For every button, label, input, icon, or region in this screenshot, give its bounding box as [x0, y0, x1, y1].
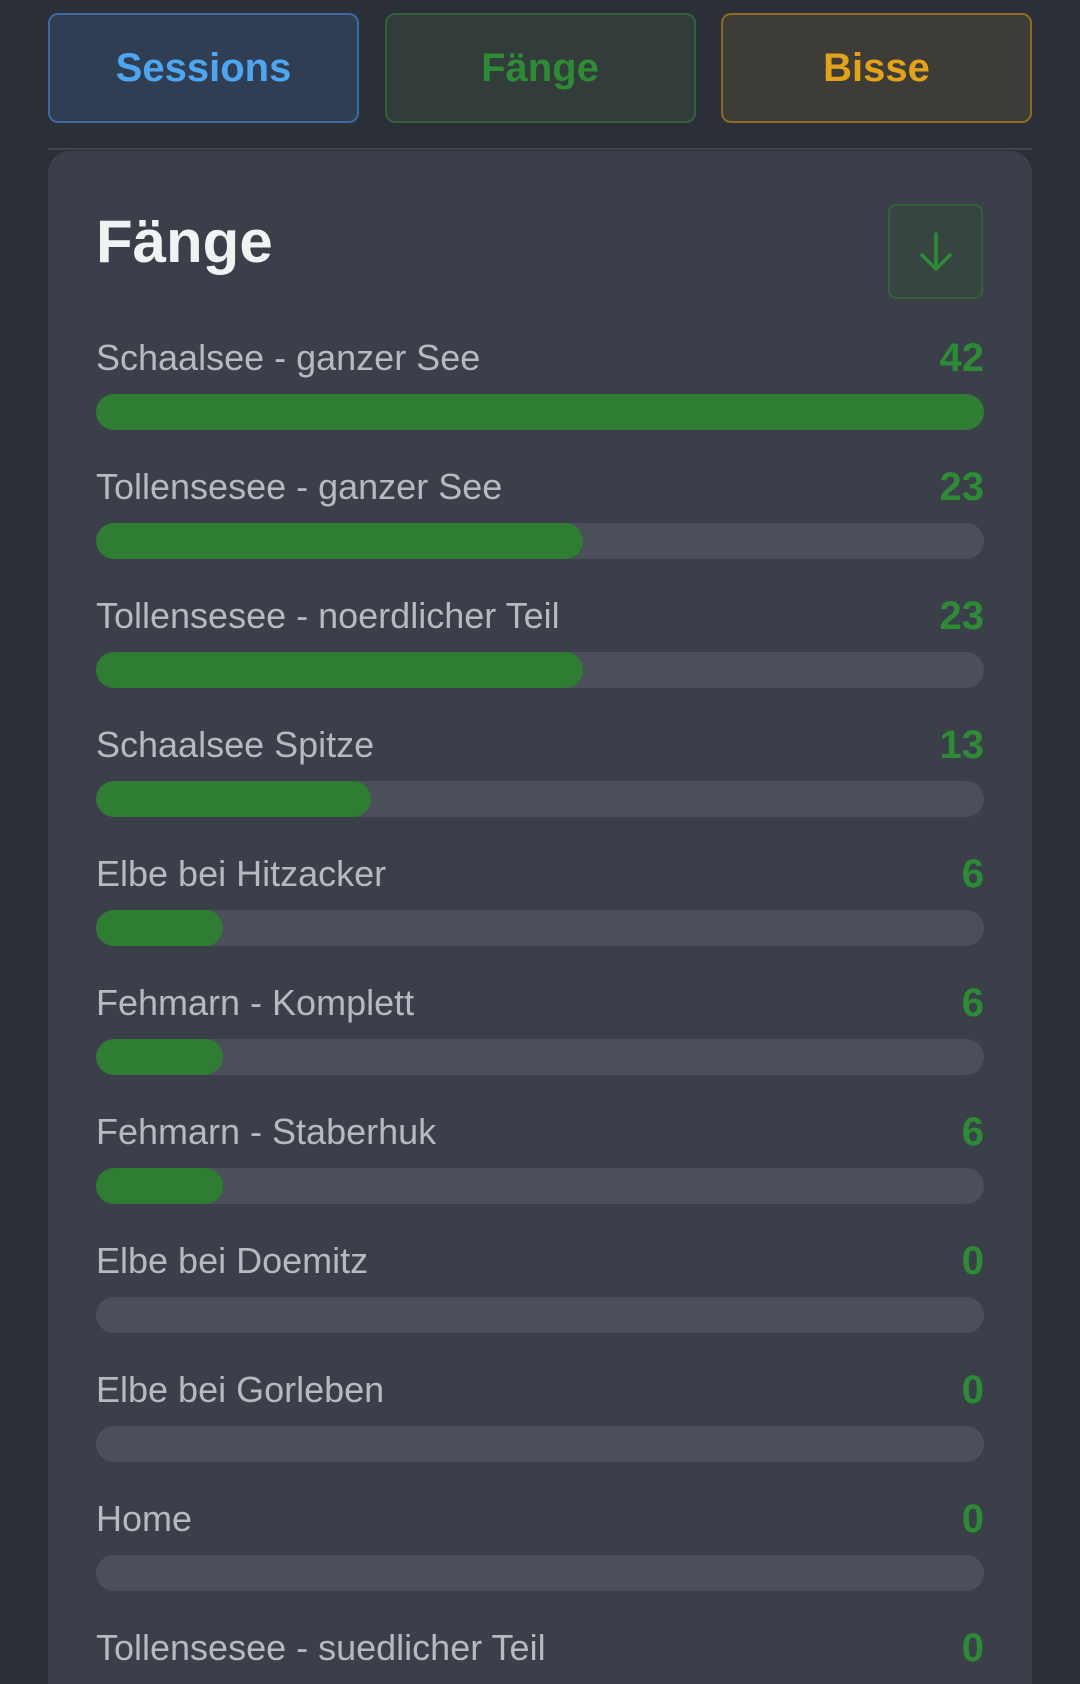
location-row: Schaalsee - ganzer See 42: [96, 336, 984, 436]
progress-fill: [96, 394, 984, 430]
location-label: Elbe bei Doemitz: [96, 1240, 369, 1281]
location-row: Tollensesee - ganzer See 23: [96, 465, 984, 565]
card-title: Fänge: [96, 208, 273, 275]
catch-count: 6: [961, 852, 984, 896]
progress-track: [96, 781, 984, 817]
catch-count: 6: [961, 981, 984, 1025]
progress-track: [96, 1426, 984, 1462]
progress-fill: [96, 1039, 223, 1075]
catches-card: Fänge Schaalsee - ganzer See 42 Tollensese…: [48, 151, 1032, 1684]
tab-sessions[interactable]: Sessions: [48, 13, 359, 123]
progress-fill: [96, 1168, 223, 1204]
location-label: Tollensesee - suedlicher Teil: [96, 1627, 546, 1668]
page: Sessions Fänge Bisse Fänge Schaalsee - g…: [0, 0, 1080, 1684]
tab-faenge[interactable]: Fänge: [384, 13, 696, 123]
location-label: Elbe bei Gorleben: [96, 1369, 385, 1410]
progress-track: [96, 1168, 984, 1204]
progress-fill: [96, 652, 583, 688]
progress-fill: [96, 523, 583, 559]
catch-count: 6: [961, 1110, 984, 1154]
location-row: Elbe bei Gorleben 0: [96, 1368, 984, 1468]
location-label: Fehmarn - Staberhuk: [96, 1111, 437, 1152]
location-row: Elbe bei Doemitz 0: [96, 1239, 984, 1339]
catch-count: 0: [961, 1497, 984, 1541]
arrow-down-icon: [919, 231, 952, 271]
progress-fill: [96, 781, 372, 817]
progress-track: [96, 910, 984, 946]
location-row: Fehmarn - Staberhuk 6: [96, 1110, 984, 1210]
progress-track: [96, 523, 984, 559]
catch-count: 23: [939, 594, 985, 638]
location-label: Tollensesee - ganzer See: [96, 466, 503, 507]
catch-count: 42: [939, 336, 985, 380]
location-row: Schaalsee Spitze 13: [96, 723, 984, 823]
location-label: Elbe bei Hitzacker: [96, 853, 387, 894]
location-label: Schaalsee - ganzer See: [96, 337, 481, 378]
progress-track: [96, 1039, 984, 1075]
catch-count: 23: [939, 465, 985, 509]
progress-fill: [96, 910, 223, 946]
progress-track: [96, 1297, 984, 1333]
location-label: Tollensesee - noerdlicher Teil: [96, 595, 560, 636]
progress-track: [96, 1555, 984, 1591]
divider: [48, 148, 1032, 150]
catch-count: 0: [961, 1368, 984, 1412]
location-label: Home: [96, 1498, 193, 1539]
location-row: Fehmarn - Komplett 6: [96, 981, 984, 1081]
location-row: Tollensesee - suedlicher Teil 0: [96, 1626, 984, 1684]
location-row: Elbe bei Hitzacker 6: [96, 852, 984, 952]
catch-count: 0: [961, 1239, 984, 1283]
catch-count: 0: [961, 1626, 984, 1670]
location-row: Home 0: [96, 1497, 984, 1597]
progress-track: [96, 652, 984, 688]
tab-bisse[interactable]: Bisse: [721, 13, 1032, 123]
download-button[interactable]: [888, 204, 983, 299]
location-label: Fehmarn - Komplett: [96, 982, 415, 1023]
location-row: Tollensesee - noerdlicher Teil 23: [96, 594, 984, 694]
location-label: Schaalsee Spitze: [96, 724, 375, 765]
progress-track: [96, 394, 984, 430]
catch-count: 13: [939, 723, 985, 767]
tab-bar: Sessions Fänge Bisse: [48, 13, 1032, 123]
